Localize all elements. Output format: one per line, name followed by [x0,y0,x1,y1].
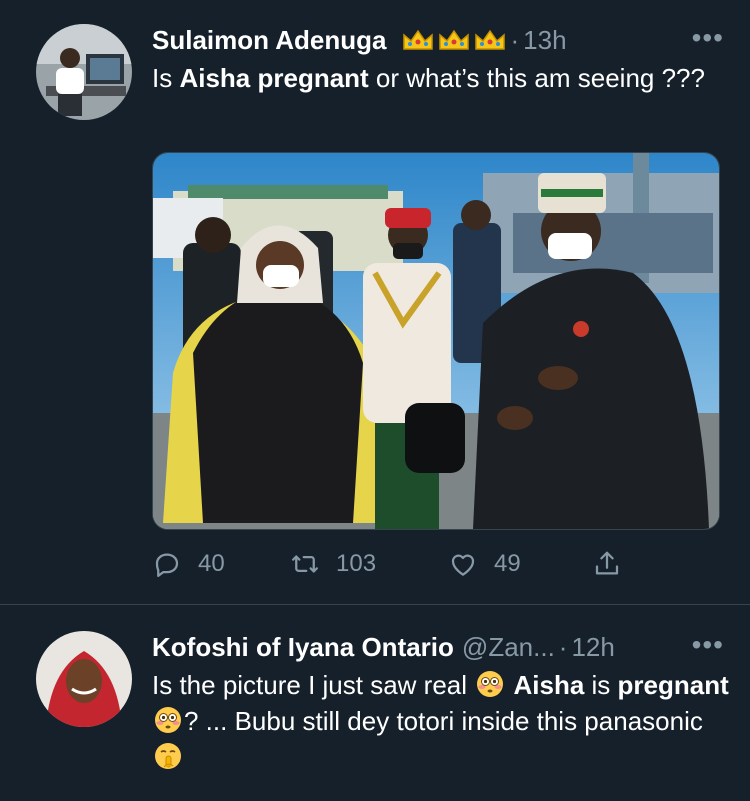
retweet-button[interactable]: 103 [290,549,376,579]
author-handle[interactable]: @Zan... [462,632,555,663]
retweet-count: 103 [336,550,377,577]
author-name[interactable]: Sulaimon Adenuga [152,25,387,56]
crown-icon [402,29,433,50]
more-options-icon[interactable]: ••• [692,629,724,661]
tweet-photo[interactable] [152,152,720,530]
tweet[interactable]: Sulaimon Adenuga · 13h ••• Is Aisha preg… [0,0,750,605]
tweet-header: Sulaimon Adenuga · 13h ••• [152,22,730,58]
reply-button[interactable]: 40 [152,549,225,579]
more-options-icon[interactable]: ••• [692,22,724,54]
tweet-text: Is the picture I just saw real Aisha is … [152,667,730,775]
timestamp[interactable]: 12h [571,632,614,663]
like-count: 49 [494,550,521,577]
tweet-actions: 40 103 49 [152,542,632,586]
like-icon [451,554,475,576]
crown-icon [474,29,505,50]
reply-icon [155,553,179,577]
flushed-face-emoji [477,671,504,697]
shushing-face-emoji [155,743,181,769]
crown-icon [438,29,469,50]
retweet-icon [292,555,318,573]
flushed-face-emoji [155,707,181,733]
like-button[interactable]: 49 [448,549,521,579]
separator: · [558,631,568,662]
crown-badge [401,27,507,53]
avatar[interactable] [36,631,132,727]
share-button[interactable] [592,549,622,579]
separator: · [510,24,520,55]
share-icon [595,551,619,575]
tweet-header: Kofoshi of Iyana Ontario @Zan... · 12h •… [152,629,730,665]
author-name[interactable]: Kofoshi of Iyana Ontario [152,632,454,663]
reply-count: 40 [198,550,225,577]
tweet[interactable]: Kofoshi of Iyana Ontario @Zan... · 12h •… [0,605,750,801]
tweet-text: Is Aisha pregnant or what’s this am seei… [152,63,705,93]
avatar[interactable] [36,24,132,120]
timestamp[interactable]: 13h [523,25,566,56]
